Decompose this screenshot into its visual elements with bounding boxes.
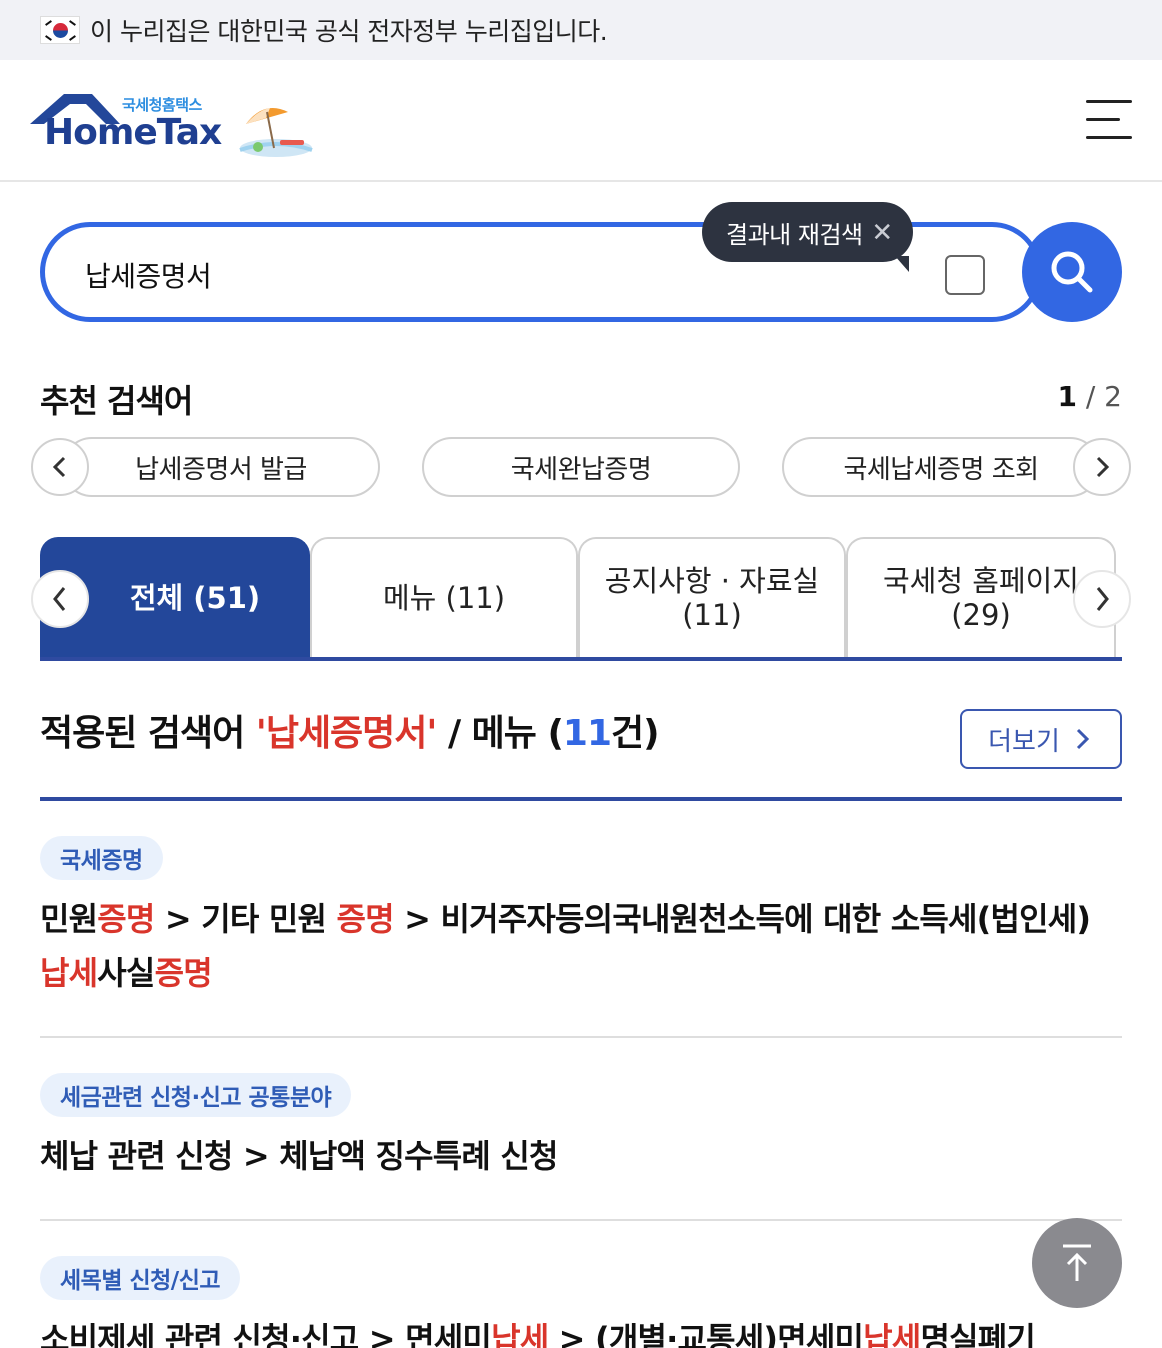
tab-notices-count: (11) (682, 598, 742, 632)
keywords-prev-button[interactable] (31, 438, 89, 496)
search-button[interactable] (1022, 222, 1122, 322)
tab-menu-label: 메뉴 (11) (382, 581, 506, 615)
gov-banner-text: 이 누리집은 대한민국 공식 전자정부 누리집입니다. (90, 17, 608, 46)
results-count: 11 (562, 713, 612, 754)
hometax-logo[interactable]: 국세청홈택스 HomeTax (30, 90, 230, 160)
pager-current: 1 (1057, 380, 1077, 413)
results-divider (40, 797, 1122, 801)
result-path-text: 소비제세 관련 신청·신고 > 면세미 (40, 1320, 492, 1348)
highlighted-keyword: 납세 (863, 1320, 921, 1348)
site-header: 국세청홈택스 HomeTax (0, 60, 1162, 182)
result-path-text: > 기타 민원 (154, 900, 337, 938)
result-path-text: > (개별·교통세)면세미 (548, 1320, 864, 1348)
tab-notices[interactable]: 공지사항 · 자료실 (11) (578, 537, 846, 657)
beach-umbrella-icon (239, 108, 313, 157)
result-path-text: 명실폐기 (920, 1320, 1036, 1348)
tab-nts-homepage-count: (29) (951, 598, 1011, 632)
result-item-link[interactable]: 체납 관련 신청 > 체납액 징수특례 신청 (40, 1129, 1122, 1183)
tab-nts-homepage-label: 국세청 홈페이지 (883, 564, 1079, 598)
chevron-right-icon (1096, 456, 1110, 478)
korea-flag-icon (40, 16, 80, 44)
search-input[interactable] (85, 255, 685, 295)
tab-notices-label: 공지사항 · 자료실 (604, 564, 820, 598)
result-category-tag[interactable]: 국세증명 (40, 836, 163, 880)
result-path-text: 사실 (97, 954, 155, 992)
more-button-label: 더보기 (988, 726, 1060, 757)
gov-banner: 이 누리집은 대한민국 공식 전자정부 누리집입니다. (0, 0, 1162, 60)
result-divider (40, 1219, 1122, 1221)
tab-menu[interactable]: 메뉴 (11) (310, 537, 578, 657)
highlighted-keyword: 증명 (336, 900, 395, 938)
results-middle: / 메뉴 ( (436, 713, 564, 754)
logo-title: HomeTax (44, 112, 222, 153)
result-divider (40, 1036, 1122, 1038)
keywords-next-button[interactable] (1073, 438, 1131, 496)
highlighted-keyword: 증명 (97, 900, 155, 938)
result-path-text: 민원 (40, 900, 98, 938)
recommended-title: 추천 검색어 (40, 382, 193, 420)
highlighted-keyword: 증명 (154, 954, 213, 992)
chevron-left-icon (52, 456, 66, 478)
tab-all-label: 전체 (51) (129, 581, 261, 615)
result-item-link[interactable]: 민원증명 > 기타 민원 증명 > 비거주자등의국내원천소득에 대한 소득세(법… (40, 892, 1122, 1000)
tabs-next-button[interactable] (1073, 570, 1131, 628)
results-query: '납세증명서' (255, 713, 438, 754)
tabs-prev-button[interactable] (31, 570, 89, 628)
chevron-right-icon (1076, 728, 1089, 750)
hamburger-menu-button[interactable] (1086, 100, 1132, 142)
recheck-checkbox[interactable] (945, 255, 985, 295)
results-heading: 적용된 검색어 '납세증명서' / 메뉴 (11건) (40, 704, 660, 756)
recheck-tooltip: 결과내 재검색 ✕ (702, 202, 913, 272)
highlighted-keyword: 납세 (491, 1320, 549, 1348)
result-category-tag[interactable]: 세금관련 신청·신고 공통분야 (40, 1073, 352, 1117)
chevron-left-icon (53, 587, 66, 611)
chevron-right-icon (1096, 587, 1109, 611)
keyword-chip[interactable]: 국세납세증명 조회 (782, 437, 1100, 497)
keyword-chip[interactable]: 국세완납증명 (422, 437, 740, 497)
result-item-link[interactable]: 소비제세 관련 신청·신고 > 면세미납세 > (개별·교통세)면세미납세명실폐… (40, 1312, 1122, 1348)
recheck-tooltip-label: 결과내 재검색 (726, 220, 863, 249)
result-path-text: 체납 관련 신청 > 체납액 징수특례 신청 (40, 1137, 558, 1175)
keyword-chip[interactable]: 납세증명서 발급 (62, 437, 380, 497)
more-button[interactable]: 더보기 (960, 709, 1122, 769)
arrow-up-icon (1063, 1244, 1091, 1281)
result-tabs: 전체 (51) 메뉴 (11) 공지사항 · 자료실 (11) 국세청 홈페이지… (40, 537, 1122, 661)
scroll-to-top-button[interactable] (1032, 1218, 1122, 1308)
results-prefix: 적용된 검색어 (40, 713, 256, 754)
result-category-tag[interactable]: 세목별 신청/신고 (40, 1256, 241, 1300)
result-path-text: > 비거주자등의국내원천소득에 대한 소득세(법인세) (393, 900, 1091, 938)
pager-total: 2 (1104, 380, 1122, 413)
highlighted-keyword: 납세 (40, 954, 98, 992)
results-suffix: 건) (611, 713, 660, 754)
pager-separator: / (1076, 380, 1105, 413)
recommended-pager: 1 / 2 (1057, 380, 1122, 413)
close-icon[interactable]: ✕ (871, 218, 893, 248)
search-icon (1051, 251, 1093, 293)
